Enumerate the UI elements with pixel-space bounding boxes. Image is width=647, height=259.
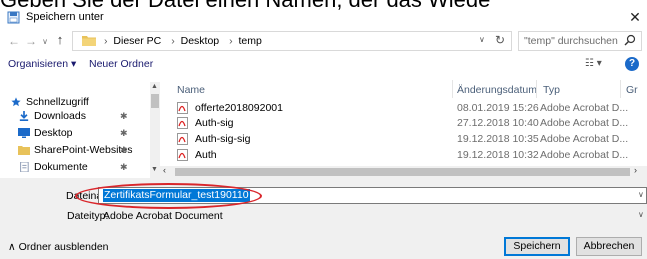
sidebar-item-label: Desktop (34, 127, 73, 139)
help-icon[interactable]: ? (625, 57, 639, 71)
save-dialog-icon (7, 11, 20, 24)
file-date: 08.01.2019 15:26 (457, 102, 539, 114)
file-name: offerte2018092001 (195, 102, 283, 114)
search-icon[interactable] (624, 34, 636, 46)
cancel-button[interactable]: Abbrechen (576, 237, 642, 256)
column-header-date[interactable]: Änderungsdatum (457, 84, 537, 96)
view-options-button[interactable]: ☷ ▾ (585, 58, 602, 69)
forward-arrow-icon[interactable]: → (25, 34, 37, 48)
sidebar-item-label: Schnellzugriff (26, 96, 89, 108)
search-placeholder: "temp" durchsuchen (524, 35, 618, 47)
breadcrumb-temp[interactable]: temp (239, 35, 262, 47)
sidebar-item-label: Dokumente (34, 161, 88, 173)
navigation-scroll-thumb[interactable] (151, 94, 159, 108)
file-row[interactable]: Auth-sig 27.12.2018 10:40 Adobe Acrobat … (175, 117, 645, 130)
filetype-dropdown-chevron-icon[interactable]: ∨ (638, 210, 644, 219)
scroll-up-icon[interactable]: ▲ (151, 83, 158, 90)
file-type: Adobe Acrobat D... (540, 133, 629, 145)
up-arrow-icon[interactable]: ↑ (54, 33, 66, 47)
save-button[interactable]: Speichern (504, 237, 570, 256)
breadcrumb-separator: › (171, 35, 175, 47)
column-divider[interactable] (620, 80, 621, 98)
pin-icon: ✱ (120, 111, 128, 121)
download-icon (19, 111, 29, 121)
file-type: Adobe Acrobat D... (540, 117, 629, 129)
navigation-pane: Schnellzugriff Downloads ✱ Desktop ✱ Sha… (0, 74, 160, 178)
breadcrumb: › Dieser PC › Desktop › temp (100, 35, 265, 48)
file-row[interactable]: Auth-sig-sig 19.12.2018 10:35 Adobe Acro… (175, 133, 645, 146)
close-icon[interactable]: ✕ (626, 8, 644, 26)
scroll-left-icon[interactable]: ‹ (163, 165, 166, 175)
folder-icon (18, 146, 30, 155)
file-date: 19.12.2018 10:32 (457, 149, 539, 161)
file-row[interactable]: Auth 19.12.2018 10:32 Adobe Acrobat D... (175, 149, 645, 162)
file-name: Auth-sig (195, 117, 234, 129)
column-header-size[interactable]: Gr (626, 84, 638, 96)
scroll-down-icon[interactable]: ▼ (151, 166, 158, 173)
recent-locations-chevron-icon[interactable]: ∨ (40, 35, 50, 49)
back-arrow-icon[interactable]: ← (8, 34, 20, 48)
filetype-value[interactable]: Adobe Acrobat Document (103, 210, 223, 222)
breadcrumb-separator: › (104, 35, 108, 47)
sidebar-item-label: SharePoint-Websites (34, 144, 133, 156)
pin-icon: ✱ (120, 145, 128, 155)
pdf-file-icon (177, 117, 188, 129)
pdf-file-icon (177, 133, 188, 145)
window-title: Speichern unter (26, 11, 104, 23)
sidebar-item-label: Downloads (34, 110, 86, 122)
documents-icon (20, 162, 29, 172)
pin-icon: ✱ (120, 162, 128, 172)
new-folder-button[interactable]: Neuer Ordner (89, 58, 153, 70)
column-divider[interactable] (452, 80, 453, 98)
address-dropdown-chevron-icon[interactable]: ∨ (479, 35, 485, 44)
folder-icon (82, 36, 96, 46)
pin-icon: ✱ (120, 128, 128, 138)
pdf-file-icon (177, 102, 188, 114)
scroll-right-icon[interactable]: › (634, 165, 637, 175)
file-date: 27.12.2018 10:40 (457, 117, 539, 129)
breadcrumb-this-pc[interactable]: Dieser PC (113, 35, 161, 47)
horizontal-scroll-thumb[interactable] (175, 168, 630, 176)
breadcrumb-separator: › (229, 35, 233, 47)
column-header-type[interactable]: Typ (543, 84, 560, 96)
column-header-name[interactable]: Name (177, 84, 205, 96)
file-date: 19.12.2018 10:35 (457, 133, 539, 145)
organize-menu-button[interactable]: Organisieren ▾ (8, 58, 76, 70)
annotation-highlight-oval (75, 183, 262, 209)
column-divider[interactable] (536, 80, 537, 98)
pdf-file-icon (177, 149, 188, 161)
file-name: Auth (195, 149, 217, 161)
refresh-icon[interactable]: ↻ (495, 33, 505, 47)
file-type: Adobe Acrobat D... (540, 102, 629, 114)
star-icon (11, 97, 21, 107)
breadcrumb-desktop[interactable]: Desktop (181, 35, 220, 47)
file-name: Auth-sig-sig (195, 133, 251, 145)
hide-folders-toggle[interactable]: ∧ Ordner ausblenden (8, 241, 109, 253)
file-row[interactable]: offerte2018092001 08.01.2019 15:26 Adobe… (175, 102, 645, 115)
desktop-icon (18, 128, 30, 138)
file-type: Adobe Acrobat D... (540, 149, 629, 161)
filename-dropdown-chevron-icon[interactable]: ∨ (638, 190, 644, 199)
